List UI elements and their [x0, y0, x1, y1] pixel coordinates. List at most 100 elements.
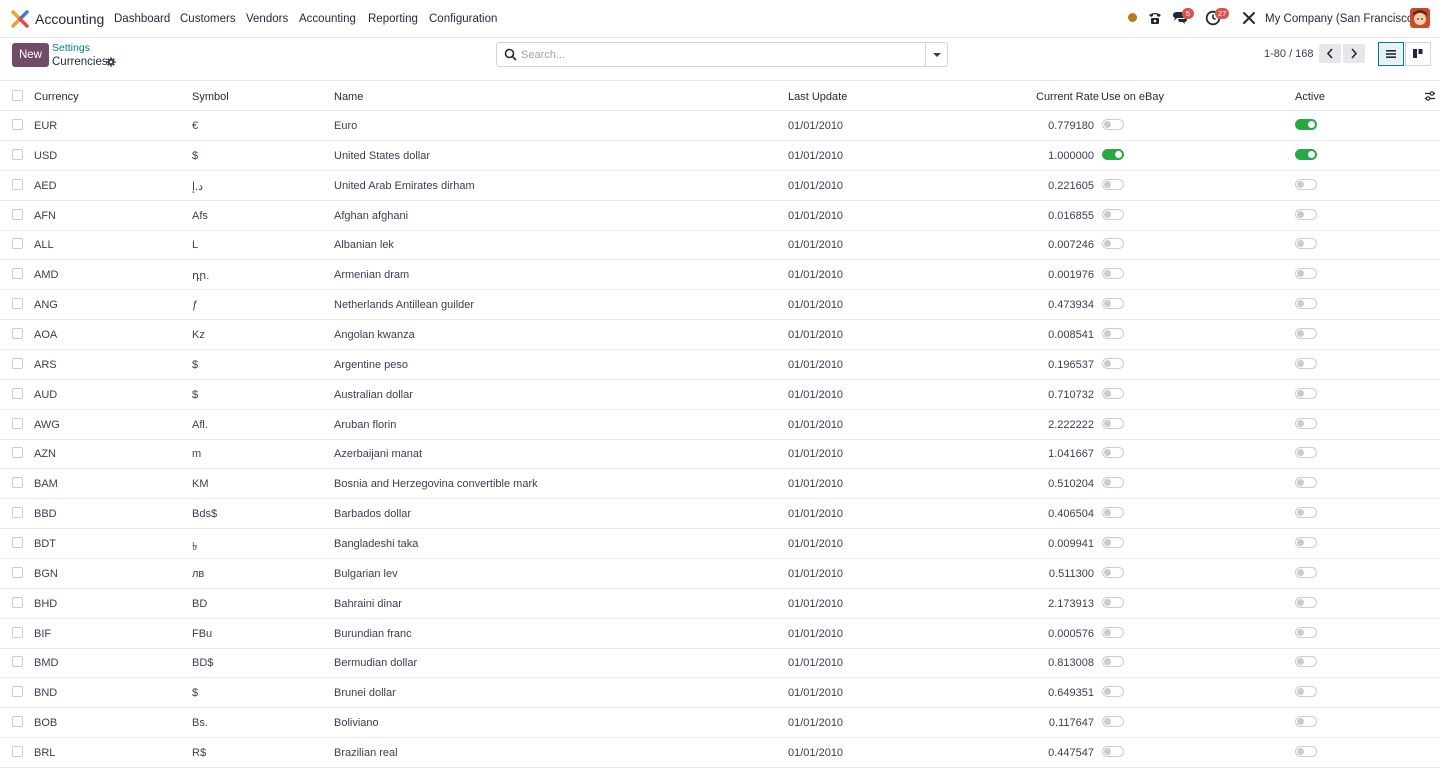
menu-configuration[interactable]: Configuration	[429, 13, 497, 25]
active-toggle[interactable]	[1295, 656, 1317, 667]
use-on-ebay-toggle[interactable]	[1102, 238, 1124, 249]
use-on-ebay-toggle[interactable]	[1102, 477, 1124, 488]
use-on-ebay-toggle[interactable]	[1102, 686, 1124, 697]
menu-customers[interactable]: Customers	[180, 13, 236, 25]
row-checkbox[interactable]	[12, 388, 23, 399]
use-on-ebay-toggle[interactable]	[1102, 567, 1124, 578]
use-on-ebay-toggle[interactable]	[1102, 447, 1124, 458]
user-avatar[interactable]	[1410, 8, 1430, 28]
row-checkbox[interactable]	[12, 328, 23, 339]
table-row[interactable]: BBD Bds$ Barbados dollar 01/01/2010 0.406504	[0, 499, 1440, 529]
table-row[interactable]: AED د.إ United Arab Emirates dirham 01/01/2…	[0, 171, 1440, 201]
row-checkbox[interactable]	[12, 447, 23, 458]
column-name[interactable]: Name	[334, 91, 363, 103]
accounting-app-icon[interactable]	[11, 10, 29, 28]
pager-value[interactable]: 1-80 / 168	[1264, 48, 1314, 60]
active-toggle[interactable]	[1295, 597, 1317, 608]
active-toggle[interactable]	[1295, 298, 1317, 309]
list-view-button[interactable]	[1378, 42, 1404, 66]
table-row[interactable]: BGN лв Bulgarian lev 01/01/2010 0.511300	[0, 559, 1440, 589]
active-toggle[interactable]	[1295, 268, 1317, 279]
row-checkbox[interactable]	[12, 477, 23, 488]
column-current-rate[interactable]: Current Rate	[1036, 91, 1099, 103]
search-options-toggle[interactable]	[925, 43, 947, 66]
active-toggle[interactable]	[1295, 686, 1317, 697]
table-row[interactable]: ARS $ Argentine peso 01/01/2010 0.196537	[0, 350, 1440, 380]
search-input[interactable]	[521, 46, 921, 63]
gear-icon[interactable]	[106, 57, 116, 67]
row-checkbox[interactable]	[12, 179, 23, 190]
optional-columns-icon[interactable]	[1424, 90, 1436, 102]
debug-tools-icon[interactable]	[1241, 10, 1257, 26]
pager-previous-button[interactable]	[1319, 44, 1341, 63]
use-on-ebay-toggle[interactable]	[1102, 209, 1124, 220]
company-switcher[interactable]: My Company (San Francisco)	[1265, 13, 1417, 25]
column-active[interactable]: Active	[1295, 91, 1325, 103]
row-checkbox[interactable]	[12, 149, 23, 160]
active-toggle[interactable]	[1295, 328, 1317, 339]
pager-next-button[interactable]	[1343, 44, 1365, 63]
use-on-ebay-toggle[interactable]	[1102, 716, 1124, 727]
row-checkbox[interactable]	[12, 627, 23, 638]
active-toggle[interactable]	[1295, 149, 1317, 160]
kanban-view-button[interactable]	[1405, 42, 1431, 66]
use-on-ebay-toggle[interactable]	[1102, 268, 1124, 279]
use-on-ebay-toggle[interactable]	[1102, 179, 1124, 190]
column-symbol[interactable]: Symbol	[192, 91, 229, 103]
use-on-ebay-toggle[interactable]	[1102, 507, 1124, 518]
row-checkbox[interactable]	[12, 746, 23, 757]
use-on-ebay-toggle[interactable]	[1102, 358, 1124, 369]
active-toggle[interactable]	[1295, 477, 1317, 488]
active-toggle[interactable]	[1295, 119, 1317, 130]
table-row[interactable]: ANG ƒ Netherlands Antillean guilder 01/01/2…	[0, 290, 1440, 320]
table-row[interactable]: AOA Kz Angolan kwanza 01/01/2010 0.008541	[0, 320, 1440, 350]
table-row[interactable]: AZN m Azerbaijani manat 01/01/2010 1.041667	[0, 439, 1440, 469]
table-row[interactable]: USD $ United States dollar 01/01/2010 1.0000…	[0, 141, 1440, 171]
table-row[interactable]: BHD BD Bahraini dinar 01/01/2010 2.173913	[0, 589, 1440, 619]
row-checkbox[interactable]	[12, 298, 23, 309]
table-row[interactable]: AUD $ Australian dollar 01/01/2010 0.710732	[0, 380, 1440, 410]
use-on-ebay-toggle[interactable]	[1102, 597, 1124, 608]
use-on-ebay-toggle[interactable]	[1102, 537, 1124, 548]
row-checkbox[interactable]	[12, 597, 23, 608]
active-toggle[interactable]	[1295, 537, 1317, 548]
active-toggle[interactable]	[1295, 746, 1317, 757]
use-on-ebay-toggle[interactable]	[1102, 627, 1124, 638]
use-on-ebay-toggle[interactable]	[1102, 149, 1124, 160]
row-checkbox[interactable]	[12, 268, 23, 279]
menu-vendors[interactable]: Vendors	[246, 13, 288, 25]
row-checkbox[interactable]	[12, 656, 23, 667]
menu-dashboard[interactable]: Dashboard	[114, 13, 170, 25]
active-toggle[interactable]	[1295, 447, 1317, 458]
use-on-ebay-toggle[interactable]	[1102, 388, 1124, 399]
active-toggle[interactable]	[1295, 567, 1317, 578]
menu-reporting[interactable]: Reporting	[368, 13, 418, 25]
table-row[interactable]: BAM KM Bosnia and Herzegovina convertible …	[0, 469, 1440, 499]
active-toggle[interactable]	[1295, 507, 1317, 518]
column-currency[interactable]: Currency	[34, 91, 79, 103]
breadcrumb-settings[interactable]: Settings	[52, 42, 90, 54]
active-toggle[interactable]	[1295, 388, 1317, 399]
table-row[interactable]: BMD BD$ Bermudian dollar 01/01/2010 0.813008	[0, 648, 1440, 678]
row-checkbox[interactable]	[12, 418, 23, 429]
row-checkbox[interactable]	[12, 537, 23, 548]
table-row[interactable]: ALL L Albanian lek 01/01/2010 0.007246	[0, 230, 1440, 260]
table-row[interactable]: AWG Afl. Aruban florin 01/01/2010 2.222222	[0, 410, 1440, 440]
table-row[interactable]: AMD դր. Armenian dram 01/01/2010 0.001976	[0, 260, 1440, 290]
row-checkbox[interactable]	[12, 358, 23, 369]
use-on-ebay-toggle[interactable]	[1102, 298, 1124, 309]
table-row[interactable]: BIF FBu Burundian franc 01/01/2010 0.000576	[0, 619, 1440, 649]
active-toggle[interactable]	[1295, 418, 1317, 429]
app-name[interactable]: Accounting	[35, 11, 104, 27]
phone-icon[interactable]	[1147, 10, 1163, 26]
table-row[interactable]: AFN Afs Afghan afghani 01/01/2010 0.016855	[0, 201, 1440, 231]
active-toggle[interactable]	[1295, 627, 1317, 638]
use-on-ebay-toggle[interactable]	[1102, 418, 1124, 429]
row-checkbox[interactable]	[12, 686, 23, 697]
row-checkbox[interactable]	[12, 209, 23, 220]
row-checkbox[interactable]	[12, 567, 23, 578]
column-use-on-ebay[interactable]: Use on eBay	[1101, 91, 1164, 103]
use-on-ebay-toggle[interactable]	[1102, 328, 1124, 339]
table-row[interactable]: BOB Bs. Boliviano 01/01/2010 0.117647	[0, 708, 1440, 738]
row-checkbox[interactable]	[12, 716, 23, 727]
